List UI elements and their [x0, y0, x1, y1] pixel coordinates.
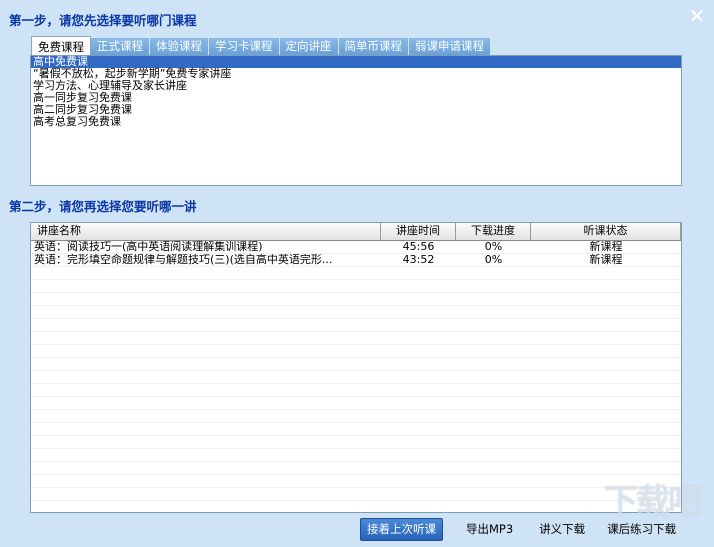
- tab-directed-lectures[interactable]: 定向讲座: [279, 38, 339, 55]
- continue-last-lesson-button[interactable]: 接着上次听课: [360, 518, 443, 541]
- tab-free-courses[interactable]: 免费课程: [31, 36, 91, 57]
- empty-row: [31, 306, 681, 319]
- table-row[interactable]: 英语：阅读技巧一(高中英语阅读理解集训课程) 45:56 0% 新课程: [31, 241, 681, 254]
- empty-rows: [31, 267, 681, 512]
- export-mp3-button[interactable]: 导出MP3: [459, 519, 520, 540]
- lecture-status: 新课程: [589, 254, 623, 266]
- step1-title: 第一步，请您先选择要听哪门课程: [9, 13, 197, 28]
- empty-row: [31, 501, 681, 512]
- tab-trial-courses[interactable]: 体验课程: [150, 38, 209, 55]
- column-header-lecture-time[interactable]: 讲座时间: [381, 223, 456, 240]
- empty-row: [31, 345, 681, 358]
- empty-row: [31, 358, 681, 371]
- lecture-time: 43:52: [402, 254, 435, 266]
- course-tabs: 免费课程 正式课程 体验课程 学习卡课程 定向讲座 简单币课程 弱课申请课程: [31, 36, 491, 57]
- lecture-table: 讲座名称 讲座时间 下载进度 听课状态 英语：阅读技巧一(高中英语阅读理解集训课…: [30, 222, 682, 513]
- lecture-status: 新课程: [589, 241, 623, 253]
- empty-row: [31, 332, 681, 345]
- empty-row: [31, 462, 681, 475]
- empty-row: [31, 267, 681, 280]
- course-item[interactable]: 高考总复习免费课: [31, 116, 681, 128]
- empty-row: [31, 371, 681, 384]
- empty-row: [31, 280, 681, 293]
- tab-formal-courses[interactable]: 正式课程: [91, 38, 150, 55]
- tab-coin-courses[interactable]: 简单币课程: [338, 38, 409, 55]
- empty-row: [31, 488, 681, 501]
- empty-row: [31, 293, 681, 306]
- lecture-name: 英语：完形填空命题规律与解题技巧(三)(选自高中英语完形...: [34, 254, 333, 266]
- download-progress: 0%: [484, 241, 503, 253]
- table-row[interactable]: 英语：完形填空命题规律与解题技巧(三)(选自高中英语完形... 43:52 0%…: [31, 254, 681, 267]
- empty-row: [31, 319, 681, 332]
- step2-title: 第二步，请您再选择您要听哪一讲: [9, 199, 197, 214]
- tab-request-courses[interactable]: 弱课申请课程: [409, 38, 491, 55]
- lecture-time: 45:56: [402, 241, 435, 253]
- empty-row: [31, 449, 681, 462]
- column-header-download-progress[interactable]: 下载进度: [456, 223, 531, 240]
- empty-row: [31, 475, 681, 488]
- column-header-status[interactable]: 听课状态: [531, 223, 681, 240]
- lecture-name: 英语：阅读技巧一(高中英语阅读理解集训课程): [34, 241, 263, 253]
- empty-row: [31, 423, 681, 436]
- course-item[interactable]: 高二同步复习免费课: [31, 104, 681, 116]
- download-progress: 0%: [484, 254, 503, 266]
- table-header: 讲座名称 讲座时间 下载进度 听课状态: [31, 223, 681, 241]
- action-bar: 接着上次听课 导出MP3 讲义下载 课后练习下载: [360, 518, 683, 541]
- column-header-lecture-name[interactable]: 讲座名称: [31, 223, 381, 240]
- empty-row: [31, 384, 681, 397]
- empty-row: [31, 397, 681, 410]
- close-icon[interactable]: ✕: [688, 6, 706, 26]
- empty-row: [31, 436, 681, 449]
- tab-study-card-courses[interactable]: 学习卡课程: [209, 38, 280, 55]
- empty-row: [31, 410, 681, 423]
- notes-download-button[interactable]: 讲义下载: [532, 519, 592, 540]
- course-list: 高中免费课 “暑假不放松，起步新学期”免费专家讲座 学习方法、心理辅导及家长讲座…: [30, 55, 682, 186]
- exercise-download-button[interactable]: 课后练习下载: [600, 519, 683, 540]
